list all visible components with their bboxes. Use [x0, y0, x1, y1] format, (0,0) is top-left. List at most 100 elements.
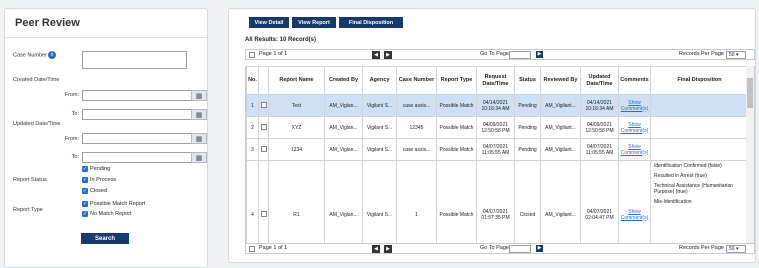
created-datetime-label: Created Date/Time [13, 77, 60, 83]
status-pending-checkbox[interactable]: ✓ Pending [82, 166, 110, 172]
report-type: Possible Match [436, 116, 477, 139]
disposition-line: Technical Assistance (Humanitarian Purpo… [654, 183, 733, 195]
table-row[interactable]: 1 Test AM_Viglan... Vigilant S... case a… [246, 94, 749, 117]
table-row[interactable]: 3 1234 AM_Viglan... Vigilant S... case a… [246, 138, 749, 161]
case-number: case assis... [396, 94, 437, 117]
col-request-datetime[interactable]: Request Date/Time [476, 66, 515, 95]
select-all-checkbox[interactable] [249, 52, 255, 58]
divider [5, 37, 207, 38]
case-number-input[interactable] [82, 51, 187, 69]
report-type: Possible Match [436, 94, 477, 117]
table-row[interactable]: 4 R1 AM_Viglan... Vigilant S... 1 Possib… [246, 160, 749, 250]
results-table: No. Report Name Created By Agency Case N… [246, 66, 749, 250]
created-from-input[interactable] [82, 90, 192, 101]
calendar-icon[interactable]: ▦ [191, 133, 207, 144]
show-comments-link[interactable]: Show Comment(s) [618, 94, 651, 117]
records-per-page-select[interactable]: 50 ▾ [726, 51, 746, 59]
row-number: 4 [246, 160, 259, 250]
checkbox-checked-icon[interactable]: ✓ [82, 201, 88, 207]
disposition-line: Mis-Identification [654, 199, 692, 205]
calendar-icon[interactable]: ▦ [191, 109, 207, 120]
go-icon[interactable]: ▶ [536, 51, 543, 58]
table-header-row: No. Report Name Created By Agency Case N… [246, 66, 749, 95]
report-name: Test [268, 94, 325, 117]
go-to-page-input[interactable] [509, 51, 531, 59]
select-all-checkbox[interactable] [249, 246, 255, 252]
scrollbar-thumb[interactable] [747, 78, 753, 108]
prev-page-icon[interactable]: ◀ [372, 245, 380, 253]
col-final-disposition[interactable]: Final Disposition [650, 66, 749, 95]
calendar-icon[interactable]: ▦ [191, 152, 207, 163]
final-disposition [650, 138, 749, 161]
view-report-button[interactable]: View Report [292, 17, 336, 28]
checkbox-checked-icon[interactable]: ✓ [82, 177, 88, 183]
col-reviewed-by[interactable]: Reviewed By [540, 66, 581, 95]
prev-page-icon[interactable]: ◀ [372, 51, 380, 59]
col-comments[interactable]: Comments [618, 66, 651, 95]
row-checkbox[interactable] [258, 160, 269, 250]
updated-from-label: From: [64, 136, 79, 142]
view-detail-button[interactable]: View Detail [249, 17, 289, 28]
results-panel: View Detail View Report Final Dispositio… [228, 8, 756, 263]
col-report-type[interactable]: Report Type [436, 66, 477, 95]
records-per-page-select[interactable]: 50 ▾ [726, 245, 746, 253]
row-checkbox[interactable] [258, 94, 269, 117]
page-indicator: Page 1 of 1 [259, 245, 288, 251]
col-updated-datetime[interactable]: Updated Date/Time [580, 66, 619, 95]
final-disposition-button[interactable]: Final Disposition [339, 17, 403, 28]
col-case-number[interactable]: Case Number [396, 66, 437, 95]
request-datetime: 04/07/2021 11:05:55 AM [476, 138, 515, 161]
checkbox-checked-icon[interactable]: ✓ [82, 211, 88, 217]
updated-from-input[interactable] [82, 133, 192, 144]
table-scrollbar[interactable] [746, 66, 754, 250]
status-in-process-checkbox[interactable]: ✓ In Process [82, 177, 116, 183]
records-per-page-label: Records Per Page [679, 51, 724, 57]
col-report-name[interactable]: Report Name [268, 66, 325, 95]
status-closed-checkbox[interactable]: ✓ Closed [82, 188, 107, 194]
results-count: All Results: 10 Record(s) [245, 37, 317, 43]
report-type: Possible Match [436, 160, 477, 250]
results-table-container: No. Report Name Created By Agency Case N… [245, 66, 755, 250]
row-checkbox[interactable] [258, 138, 269, 161]
updated-datetime: 04/14/2021 10:16:34 AM [580, 94, 619, 117]
disposition-line: Identification Confirmed (false) [654, 163, 722, 169]
request-datetime: 04/14/2021 10:16:34 AM [476, 94, 515, 117]
updated-to-input[interactable] [82, 152, 192, 163]
go-to-page-label: Go To Page [480, 245, 509, 251]
go-icon[interactable]: ▶ [536, 245, 543, 252]
calendar-icon[interactable]: ▦ [191, 90, 207, 101]
next-page-icon[interactable]: ▶ [384, 51, 392, 59]
created-by: AM_Viglan... [324, 94, 363, 117]
col-created-by[interactable]: Created By [324, 66, 363, 95]
updated-datetime: 04/07/2021 02:04:47 PM [580, 160, 619, 250]
row-checkbox[interactable] [258, 116, 269, 139]
agency: Vigilant S... [362, 138, 397, 161]
created-to-input[interactable] [82, 109, 192, 120]
col-agency[interactable]: Agency [362, 66, 397, 95]
final-disposition [650, 116, 749, 139]
table-row[interactable]: 2 XYZ AM_Viglan... Vigilant S... 12345 P… [246, 116, 749, 139]
case-number: 12345 [396, 116, 437, 139]
go-to-page-input[interactable] [509, 245, 531, 253]
checkbox-checked-icon[interactable]: ✓ [82, 188, 88, 194]
final-disposition [650, 94, 749, 117]
report-name: 1234 [268, 138, 325, 161]
checkbox-checked-icon[interactable]: ✓ [82, 166, 88, 172]
search-button[interactable]: Search [81, 233, 129, 244]
created-by: AM_Viglan... [324, 160, 363, 250]
info-icon[interactable]: i [47, 51, 56, 59]
reviewed-by: AM_Vigilant... [540, 94, 581, 117]
col-status[interactable]: Status [514, 66, 541, 95]
status: Closed [514, 160, 541, 250]
type-possible-match-checkbox[interactable]: ✓ Possible Match Report [82, 201, 145, 207]
col-no[interactable]: No. [246, 66, 259, 95]
type-no-match-checkbox[interactable]: ✓ No Match Report [82, 211, 132, 217]
next-page-icon[interactable]: ▶ [384, 245, 392, 253]
report-name: R1 [268, 160, 325, 250]
show-comments-link[interactable]: Show Comment(s) [618, 138, 651, 161]
show-comments-link[interactable]: Show Comment(s) [618, 160, 651, 250]
row-number: 2 [246, 116, 259, 139]
show-comments-link[interactable]: Show Comment(s) [618, 116, 651, 139]
agency: Vigilant S... [362, 160, 397, 250]
report-status-label: Report Status [13, 177, 47, 183]
